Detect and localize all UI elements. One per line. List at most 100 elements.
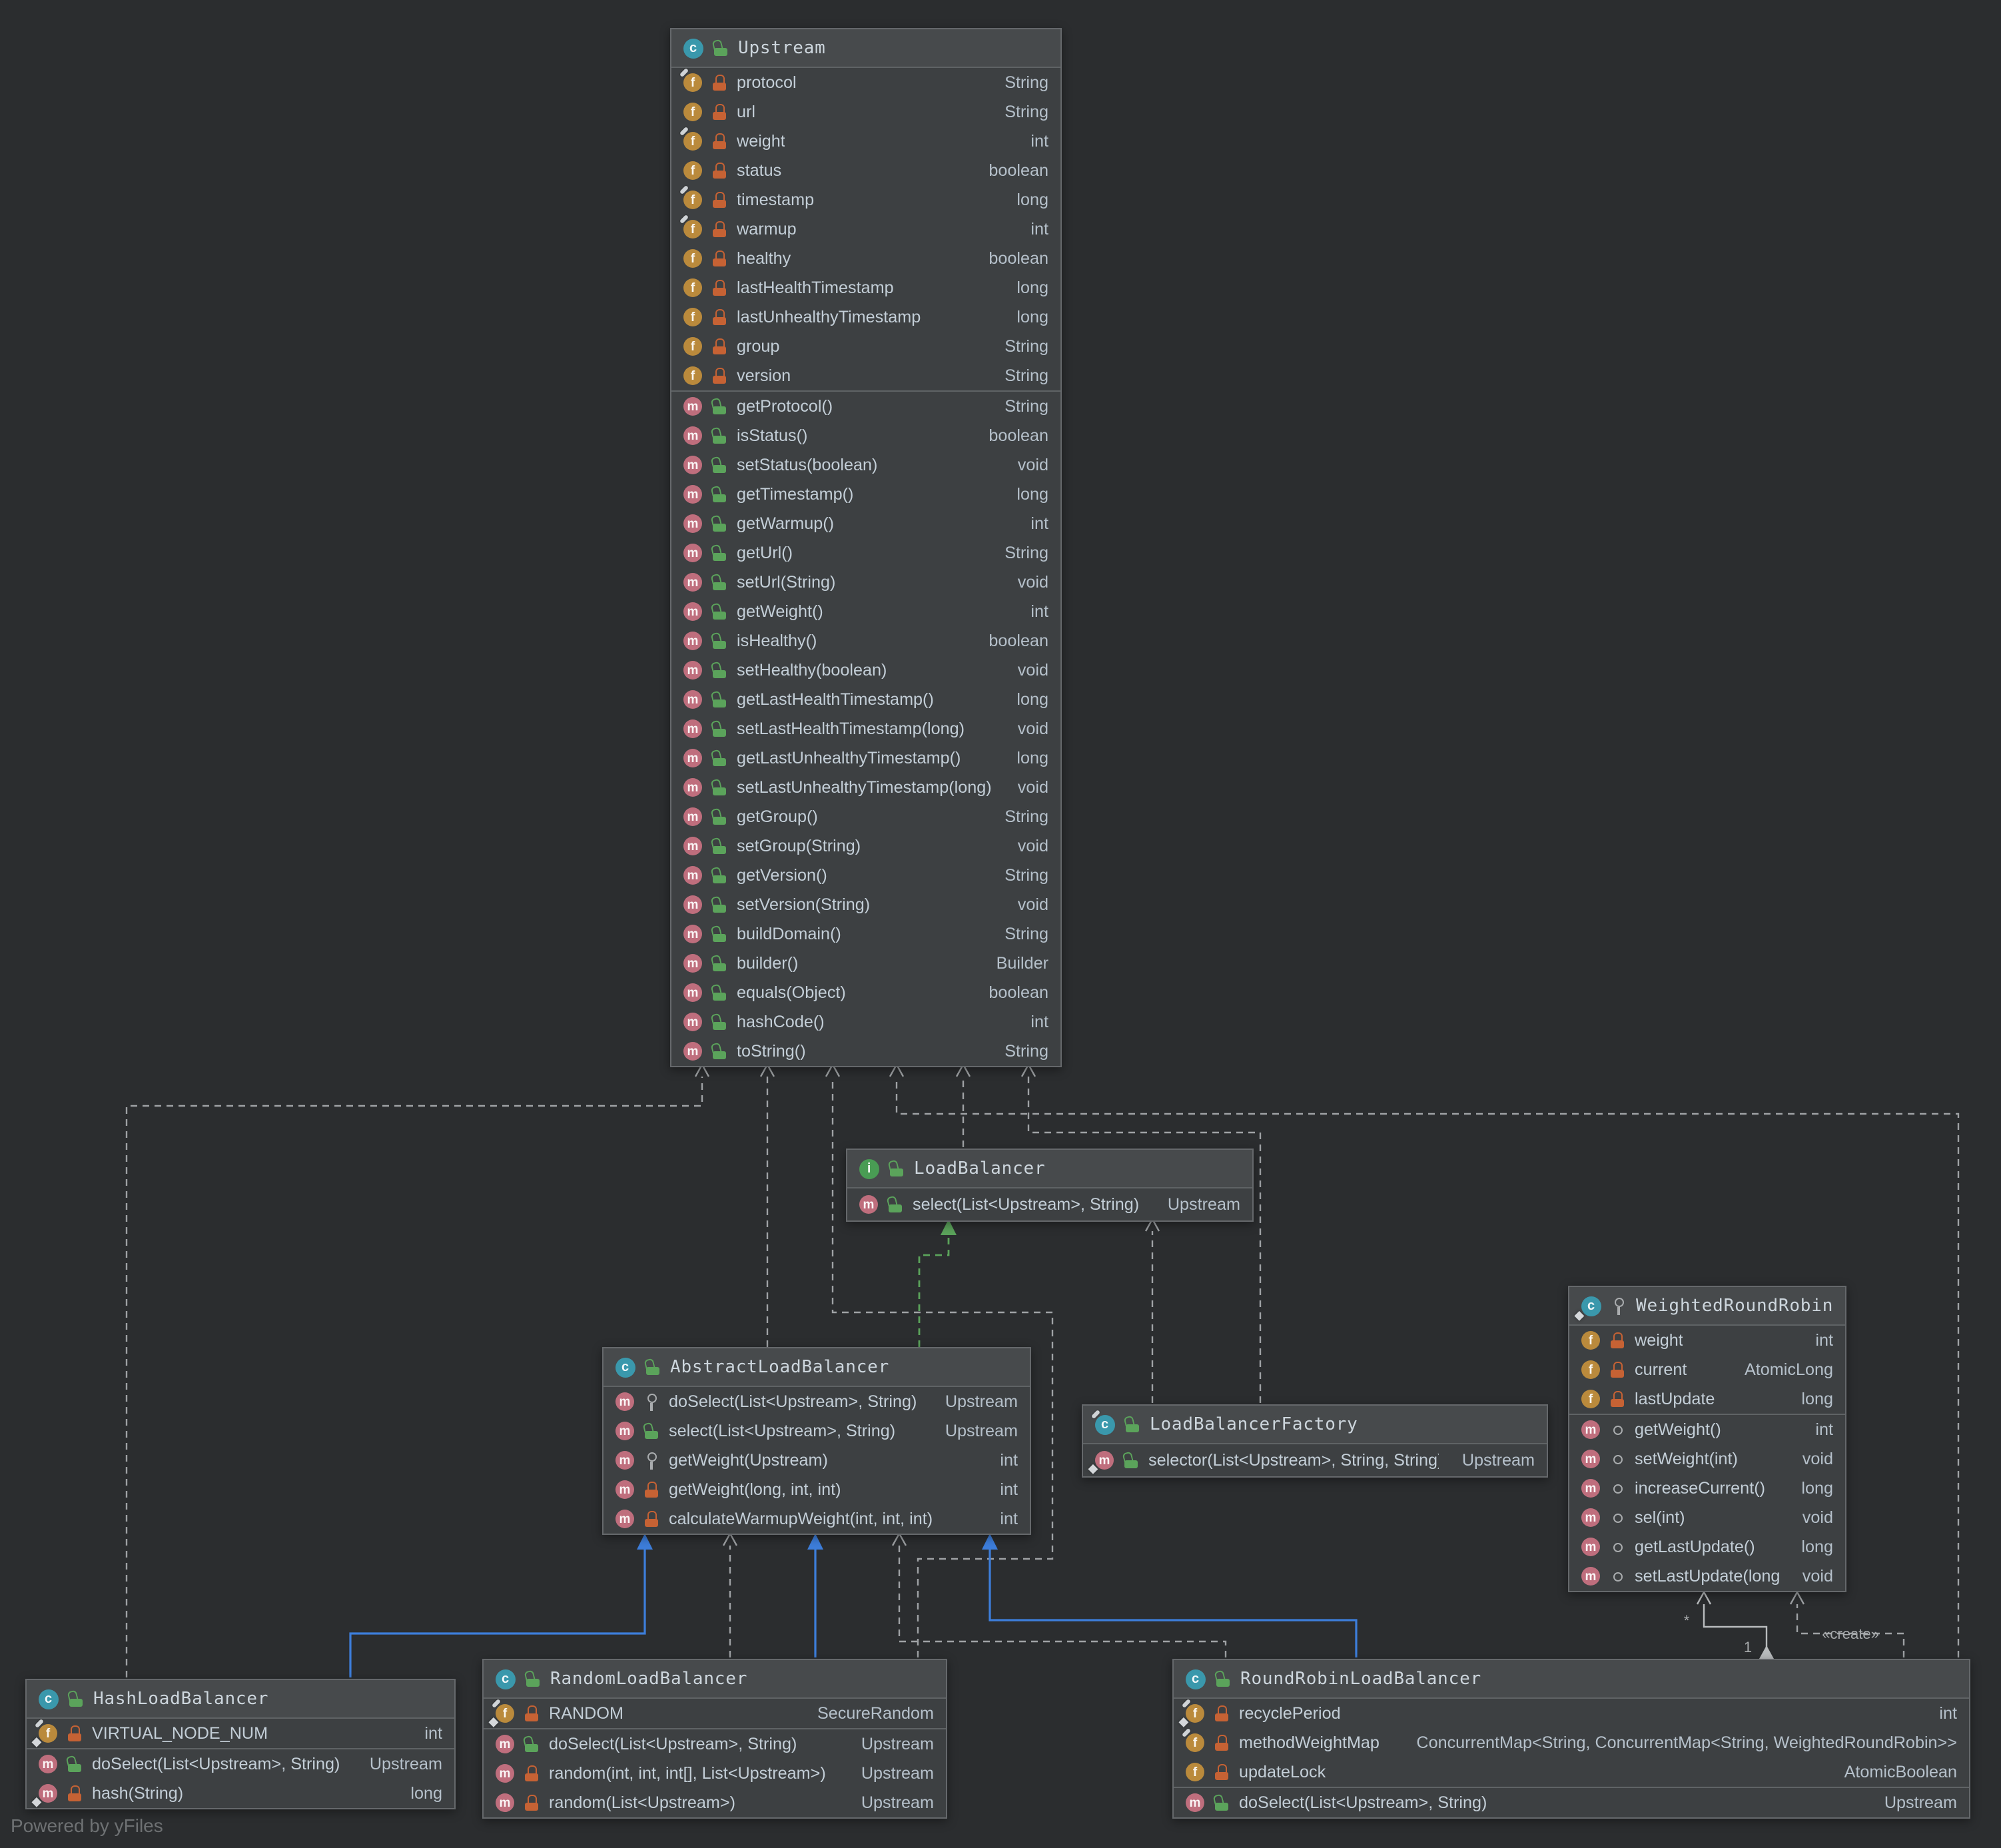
method-name: getLastUpdate(): [1635, 1538, 1755, 1556]
method-type: void: [1802, 1508, 1833, 1527]
field-icon: f: [679, 185, 702, 209]
field-name: VIRTUAL_NODE_NUM: [92, 1724, 268, 1743]
static-icon: ◆: [1088, 1462, 1098, 1475]
method-icon: m: [1581, 1567, 1600, 1586]
edge-abstract-uses-upstream[interactable]: [759, 1063, 775, 1347]
method-type: boolean: [989, 426, 1048, 445]
final-icon: [1181, 1727, 1192, 1738]
private-lock-icon: [67, 1785, 83, 1802]
edge-factory-uses-loadbalancer[interactable]: [1144, 1217, 1160, 1403]
edge-roundrobin-uses-abstract[interactable]: [891, 1532, 1227, 1657]
private-lock-icon: [1214, 1705, 1230, 1722]
public-lock-icon: [711, 456, 727, 474]
public-lock-icon: [1123, 1452, 1139, 1469]
field-row: f version String: [671, 361, 1060, 390]
method-name: getWeight(long, int, int): [669, 1480, 841, 1499]
interface-node-loadbalancer[interactable]: i LoadBalancer m select(List<Upstream>, S…: [846, 1149, 1254, 1222]
method-icon: m: [1581, 1450, 1600, 1468]
field-type: AtomicLong: [1744, 1360, 1833, 1379]
field-name: protocol: [737, 73, 797, 92]
method-name: setLastUnhealthyTimestamp(long): [737, 778, 992, 797]
class-node-weightedroundrobin[interactable]: c ◆ WeightedRoundRobin f weight int f current…: [1568, 1286, 1846, 1592]
private-lock-icon: [711, 367, 727, 384]
class-node-abstractloadbalancer[interactable]: c AbstractLoadBalancer m doSelect(List<Up…: [602, 1347, 1031, 1535]
method-row: m setLastHealthTimestamp(long) void: [671, 714, 1060, 743]
public-lock-icon: [711, 1013, 727, 1031]
method-name: increaseCurrent(): [1635, 1479, 1765, 1498]
private-lock-icon: [711, 74, 727, 91]
field-icon: f: [1581, 1331, 1600, 1350]
method-icon: m: [683, 514, 702, 533]
method-row: m random(List<Upstream>) Upstream: [484, 1788, 946, 1817]
field-name: weight: [1635, 1331, 1683, 1350]
method-row: m doSelect(List<Upstream>, String) Upstrea…: [484, 1729, 946, 1759]
class-icon: c ◆: [1575, 1296, 1601, 1320]
method-icon: m: [1581, 1508, 1600, 1527]
arrowhead-open: [722, 1532, 738, 1546]
public-lock-icon: [711, 427, 727, 444]
public-lock-icon: [1215, 1670, 1231, 1687]
edge-abstract-implements-loadbalancer[interactable]: [918, 1219, 957, 1347]
class-node-loadbalancerfactory[interactable]: c LoadBalancerFactory m ◆ selector(List<Up…: [1082, 1404, 1548, 1478]
field-icon: f: [683, 308, 702, 326]
arrowhead-open: [1696, 1590, 1712, 1605]
private-lock-icon: [1609, 1361, 1625, 1378]
public-lock-icon: [711, 867, 727, 884]
interface-icon: i: [859, 1158, 879, 1178]
method-name: getWarmup(): [737, 514, 835, 533]
field-type: long: [1801, 1390, 1833, 1408]
method-row: m getWeight() int: [1569, 1415, 1845, 1444]
method-icon: m: [1581, 1479, 1600, 1498]
method-name: setVersion(String): [737, 895, 871, 914]
method-type: Upstream: [945, 1422, 1018, 1440]
method-type: void: [1802, 1450, 1833, 1468]
edge-hash-extends-abstract[interactable]: [349, 1534, 653, 1677]
private-lock-icon: [1609, 1390, 1625, 1408]
final-icon: [679, 214, 689, 225]
class-icon: c: [39, 1689, 59, 1709]
class-node-randomloadbalancer[interactable]: c RandomLoadBalancer f ◆ RANDOM SecureRando…: [482, 1659, 947, 1819]
methods-section: m select(List<Upstream>, String) Upstream: [847, 1188, 1252, 1220]
class-title: LoadBalancer: [914, 1158, 1046, 1178]
edge-factory-uses-upstream[interactable]: [1020, 1063, 1262, 1403]
field-type: long: [1016, 308, 1048, 326]
method-row: m getLastUnhealthyTimestamp() long: [671, 743, 1060, 773]
method-icon: m: [39, 1755, 57, 1773]
field-type: int: [424, 1724, 442, 1743]
public-lock-icon: [1124, 1416, 1140, 1433]
method-type: Upstream: [1167, 1195, 1240, 1214]
final-icon: [679, 126, 689, 137]
edge-random-extends-abstract[interactable]: [807, 1534, 823, 1657]
method-type: long: [1016, 690, 1048, 709]
field-icon: f: [1581, 1390, 1600, 1408]
method-row: m getLastHealthTimestamp() long: [671, 685, 1060, 714]
method-type: void: [1017, 837, 1048, 855]
method-name: doSelect(List<Upstream>, String): [669, 1392, 917, 1411]
method-row: m sel(int) void: [1569, 1503, 1845, 1532]
method-icon: m: [496, 1764, 514, 1783]
public-lock-icon: [711, 984, 727, 1001]
class-node-hashloadbalancer[interactable]: c HashLoadBalancer f ◆ VIRTUAL_NODE_NUM int…: [25, 1679, 456, 1809]
field-type: int: [1815, 1331, 1833, 1350]
private-lock-icon: [524, 1794, 540, 1811]
class-node-roundrobinloadbalancer[interactable]: c RoundRobinLoadBalancer f ◆ recyclePeriod…: [1172, 1659, 1970, 1819]
method-row: m toString() String: [671, 1037, 1060, 1066]
public-lock-icon: [711, 574, 727, 591]
method-row: m getProtocol() String: [671, 392, 1060, 421]
methods-section: m doSelect(List<Upstream>, String) Upstrea…: [484, 1728, 946, 1817]
class-node-upstream[interactable]: c Upstream f protocol String f url String f wei…: [670, 28, 1062, 1067]
method-row: m calculateWarmupWeight(int, int, int) int: [603, 1504, 1030, 1534]
public-lock-icon: [889, 1160, 905, 1177]
edge-roundrobin-extends-abstract[interactable]: [982, 1534, 1358, 1657]
method-row: m setLastUpdate(long) void: [1569, 1562, 1845, 1591]
field-icon: f ◆: [32, 1718, 57, 1747]
static-icon: ◆: [32, 1735, 41, 1748]
fields-section: f ◆ RANDOM SecureRandom: [484, 1698, 946, 1728]
class-title: LoadBalancerFactory: [1150, 1414, 1358, 1434]
edge-random-uses-abstract[interactable]: [722, 1532, 738, 1657]
method-icon: m: [683, 954, 702, 973]
edge-loadbalancer-uses-upstream[interactable]: [955, 1063, 971, 1147]
method-icon: m: [615, 1422, 634, 1440]
edge-roundrobin-creates-weightedroundrobin[interactable]: [1789, 1590, 1905, 1657]
method-type: void: [1017, 456, 1048, 474]
